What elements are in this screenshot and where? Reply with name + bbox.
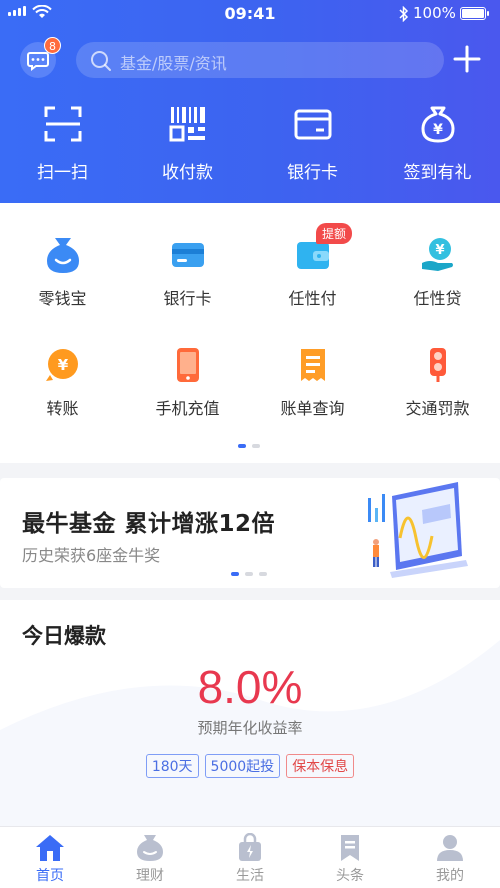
chart-illustration-icon: [368, 482, 468, 578]
battery-icon: [460, 7, 489, 20]
service-traffic-fine[interactable]: 交通罚款: [375, 345, 500, 419]
quick-action-label: 签到有礼: [403, 163, 472, 183]
tab-label: 首页: [36, 868, 64, 884]
barcode-icon: [169, 107, 205, 142]
service-bill-query[interactable]: 账单查询: [250, 345, 375, 419]
home-icon: [36, 835, 64, 861]
search-placeholder: 基金/股票/资讯: [120, 54, 227, 73]
service-promo-tag: 提额: [316, 223, 353, 244]
service-bank-card[interactable]: 银行卡: [125, 235, 250, 309]
tag-min-investment: 5000起投: [204, 754, 281, 778]
status-bar: 09:41 100%: [0, 0, 500, 30]
user-icon: [437, 835, 463, 861]
banner-page-indicator: [231, 572, 267, 576]
battery-percent: 100%: [413, 4, 456, 22]
service-renxingdai[interactable]: ¥ 任性贷: [375, 235, 500, 309]
header: 09:41 100% 8 基金/股票/资讯 扫一扫 收付款 银行卡 ¥ 签到有礼: [0, 0, 500, 203]
bill-icon: [300, 349, 325, 381]
tab-home[interactable]: 首页: [0, 833, 100, 885]
money-bag-icon: ¥: [421, 106, 454, 143]
service-transfer[interactable]: ¥ 转账: [0, 345, 125, 419]
tab-headlines[interactable]: 头条: [300, 833, 400, 885]
tab-mine[interactable]: 我的: [400, 833, 500, 885]
scan-icon: [44, 106, 81, 142]
traffic-light-icon: [429, 348, 446, 382]
service-phone-recharge[interactable]: 手机充值: [125, 345, 250, 419]
search-input[interactable]: 基金/股票/资讯: [76, 42, 444, 78]
service-label: 任性付: [288, 289, 337, 308]
money-bag-icon: [137, 835, 163, 861]
search-icon: [91, 51, 111, 71]
tag-term: 180天: [145, 754, 199, 778]
bank-card-icon: [294, 109, 331, 140]
quick-action-label: 收付款: [162, 163, 213, 183]
quick-action-scan[interactable]: 扫一扫: [0, 104, 125, 183]
product-tags: 180天 5000起投 保本保息: [0, 754, 500, 778]
quick-action-bank-card[interactable]: 银行卡: [250, 104, 375, 183]
tab-label: 我的: [436, 868, 464, 884]
message-badge: 8: [44, 37, 61, 54]
banner-title: 最牛基金 累计增涨12倍: [22, 511, 276, 537]
hot-product-title: 今日爆款: [22, 624, 106, 648]
services-page-indicator: [238, 444, 260, 448]
service-label: 零钱宝: [38, 289, 87, 308]
bluetooth-icon: [399, 6, 409, 22]
bookmark-icon: [341, 835, 359, 861]
service-lingqianbao[interactable]: 零钱宝: [0, 235, 125, 309]
service-label: 转账: [46, 399, 79, 418]
service-renxingfu[interactable]: 任性付: [250, 235, 375, 309]
tab-bar: 首页 理财 生活 头条 我的: [0, 826, 500, 888]
quick-action-label: 银行卡: [287, 163, 338, 183]
shopping-bag-icon: [239, 833, 261, 861]
tab-label: 生活: [236, 868, 264, 884]
service-label: 交通罚款: [405, 399, 470, 418]
svg-text:¥: ¥: [435, 243, 444, 258]
svg-text:¥: ¥: [433, 122, 443, 138]
expected-rate-label: 预期年化收益率: [197, 719, 303, 737]
service-label: 账单查询: [280, 399, 345, 418]
phone-icon: [176, 348, 199, 382]
banner-subtitle: 历史荣获6座金牛奖: [22, 546, 161, 565]
service-label: 任性贷: [413, 289, 462, 308]
service-label: 手机充值: [155, 399, 220, 418]
plus-icon[interactable]: [452, 44, 482, 74]
tag-guarantee: 保本保息: [286, 754, 355, 778]
expected-rate: 8.0%: [197, 661, 303, 713]
services-grid: 零钱宝 银行卡 任性付 ¥ 任性贷 提额 ¥ 转账 手机充值 账单查询 交通罚款: [0, 203, 500, 463]
hot-product-card[interactable]: 今日爆款 8.0% 预期年化收益率 180天 5000起投 保本保息: [0, 600, 500, 830]
quick-action-label: 扫一扫: [37, 163, 88, 183]
loan-hand-icon: ¥: [421, 238, 453, 271]
tab-label: 理财: [136, 868, 164, 884]
bank-card-icon: [171, 243, 204, 267]
tab-label: 头条: [336, 868, 364, 884]
transfer-icon: ¥: [45, 349, 78, 381]
tab-life[interactable]: 生活: [200, 833, 300, 885]
svg-text:¥: ¥: [57, 356, 68, 374]
service-label: 银行卡: [163, 289, 212, 308]
quick-action-checkin[interactable]: ¥ 签到有礼: [375, 104, 500, 183]
quick-action-payment[interactable]: 收付款: [125, 104, 250, 183]
money-bag-icon: [46, 238, 79, 273]
tab-wealth[interactable]: 理财: [100, 833, 200, 885]
promo-banner[interactable]: 最牛基金 累计增涨12倍 历史荣获6座金牛奖: [0, 478, 500, 588]
